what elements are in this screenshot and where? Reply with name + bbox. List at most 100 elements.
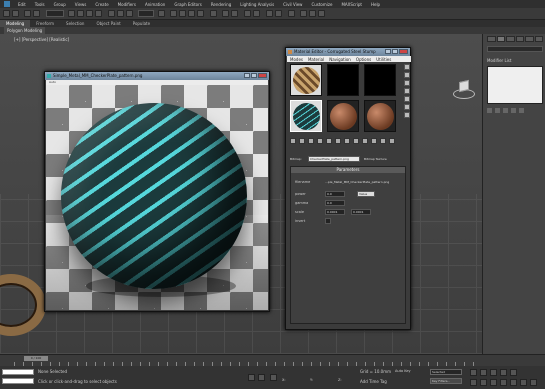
make-preview-icon[interactable] (404, 104, 410, 110)
reset-map-icon[interactable] (317, 138, 323, 144)
link-icon[interactable] (24, 10, 31, 17)
y-coordinate[interactable]: Y: (310, 378, 313, 382)
render-setup-icon[interactable] (300, 10, 307, 17)
power-value-button[interactable]: Value (357, 191, 375, 197)
tab-selection[interactable]: Selection (60, 20, 90, 27)
maxscript-output[interactable] (2, 378, 34, 384)
modifier-stack[interactable] (487, 66, 543, 104)
go-to-parent-icon[interactable] (371, 138, 377, 144)
zoom-extents-icon[interactable] (490, 379, 497, 386)
selection-region-icon[interactable] (86, 10, 93, 17)
sample-slot[interactable] (327, 64, 359, 96)
menu-civil-view[interactable]: Civil View (283, 2, 302, 7)
map-type-button[interactable]: Bitmap Texture (364, 157, 387, 161)
me-close-icon[interactable] (399, 49, 408, 54)
material-editor-titlebar[interactable]: Material Editor - Corrugated Steel Stump (286, 48, 410, 56)
menu-graph-editors[interactable]: Graph Editors (174, 2, 201, 7)
sample-slot[interactable] (364, 64, 396, 96)
window-crossing-icon[interactable] (95, 10, 102, 17)
hierarchy-tab-icon[interactable] (506, 36, 515, 42)
pivot-center-icon[interactable] (158, 10, 165, 17)
tab-modeling[interactable]: Modeling (0, 20, 31, 27)
utilities-tab-icon[interactable] (534, 36, 543, 42)
minimize-icon[interactable] (244, 73, 250, 78)
options-icon[interactable] (404, 112, 410, 118)
sample-slot[interactable] (290, 64, 322, 96)
me-menu-navigation[interactable]: Navigation (329, 57, 351, 62)
menu-group[interactable]: Group (54, 2, 66, 7)
filename-button[interactable]: ...ple_Metal_MM_CheckerPlate_pattern.png (325, 180, 389, 184)
create-tab-icon[interactable] (487, 36, 496, 42)
schematic-view-icon[interactable] (275, 10, 282, 17)
invert-checkbox[interactable] (325, 218, 331, 224)
selection-lock-icon[interactable] (258, 374, 265, 381)
put-to-library-icon[interactable] (335, 138, 341, 144)
modify-tab-icon[interactable] (496, 36, 505, 42)
parameters-header[interactable]: Parameters (291, 167, 405, 173)
backlight-icon[interactable] (404, 72, 410, 78)
assign-to-selection-icon[interactable] (308, 138, 314, 144)
selection-filter-dropdown[interactable] (46, 10, 64, 17)
play-icon[interactable] (490, 369, 497, 376)
mirror-icon[interactable] (222, 10, 229, 17)
menu-lighting-analysis[interactable]: Lighting Analysis (240, 2, 274, 7)
power-spinner[interactable]: 0.0 (325, 191, 345, 197)
sample-slot-active[interactable] (290, 100, 322, 132)
menu-customize[interactable]: Customize (311, 2, 332, 7)
go-to-end-icon[interactable] (510, 369, 517, 376)
me-maximize-icon[interactable] (392, 49, 398, 54)
object-name-field[interactable] (487, 46, 543, 52)
menu-modifiers[interactable]: Modifiers (118, 2, 136, 7)
background-icon[interactable] (404, 80, 410, 86)
configure-sets-icon[interactable] (519, 108, 524, 113)
scale-icon[interactable] (126, 10, 133, 17)
maximize-icon[interactable] (251, 73, 257, 78)
render-production-icon[interactable] (318, 10, 325, 17)
previous-frame-icon[interactable] (480, 369, 487, 376)
tab-freeform[interactable]: Freeform (30, 20, 60, 27)
material-id-icon[interactable] (344, 138, 350, 144)
percent-snap-icon[interactable] (188, 10, 195, 17)
me-menu-material[interactable]: Material (308, 57, 324, 62)
layer-manager-icon[interactable] (244, 10, 251, 17)
menu-rendering[interactable]: Rendering (211, 2, 231, 7)
me-menu-modes[interactable]: Modes (290, 57, 303, 62)
tab-object-paint[interactable]: Object Paint (90, 20, 126, 27)
menu-animation[interactable]: Animation (145, 2, 165, 7)
add-time-tag[interactable]: Add Time Tag (360, 379, 387, 384)
material-editor-icon[interactable] (288, 10, 295, 17)
auto-key-button[interactable]: Auto Key (395, 369, 413, 375)
make-unique-copy-icon[interactable] (326, 138, 332, 144)
show-end-result-icon[interactable] (495, 108, 500, 113)
app-icon[interactable] (4, 1, 10, 7)
spinner-snap-icon[interactable] (197, 10, 204, 17)
close-icon[interactable] (258, 73, 267, 78)
sample-type-icon[interactable] (404, 64, 410, 70)
auto-label[interactable]: Auto (49, 80, 56, 84)
x-coordinate[interactable]: X: (282, 378, 286, 382)
sample-slot[interactable] (364, 100, 396, 132)
show-shaded-icon[interactable] (353, 138, 359, 144)
zoom-all-icon[interactable] (480, 379, 487, 386)
me-menu-utilities[interactable]: Utilities (376, 57, 391, 62)
put-to-scene-icon[interactable] (299, 138, 305, 144)
rendered-frame-icon[interactable] (309, 10, 316, 17)
time-slider[interactable]: 0 / 100 (24, 356, 48, 361)
move-icon[interactable] (108, 10, 115, 17)
go-forward-sibling-icon[interactable] (380, 138, 386, 144)
zoom-icon[interactable] (470, 379, 477, 386)
map-name-field[interactable]: CheckerPlate_pattern.png (308, 156, 360, 162)
absolute-mode-icon[interactable] (270, 374, 277, 381)
gamma-spinner[interactable]: 0.0 (325, 200, 345, 206)
scale-spinner-u[interactable]: 0.0001 (325, 209, 345, 215)
uv-tiling-icon[interactable] (404, 88, 410, 94)
field-of-view-icon[interactable] (500, 379, 507, 386)
me-menu-options[interactable]: Options (356, 57, 371, 62)
tab-populate[interactable]: Populate (127, 20, 156, 27)
menu-maxscript[interactable]: MAXScript (341, 2, 362, 7)
make-unique-icon[interactable] (503, 108, 508, 113)
orbit-icon[interactable] (520, 379, 527, 386)
me-minimize-icon[interactable] (385, 49, 391, 54)
align-icon[interactable] (231, 10, 238, 17)
pick-from-object-icon[interactable] (389, 138, 395, 144)
